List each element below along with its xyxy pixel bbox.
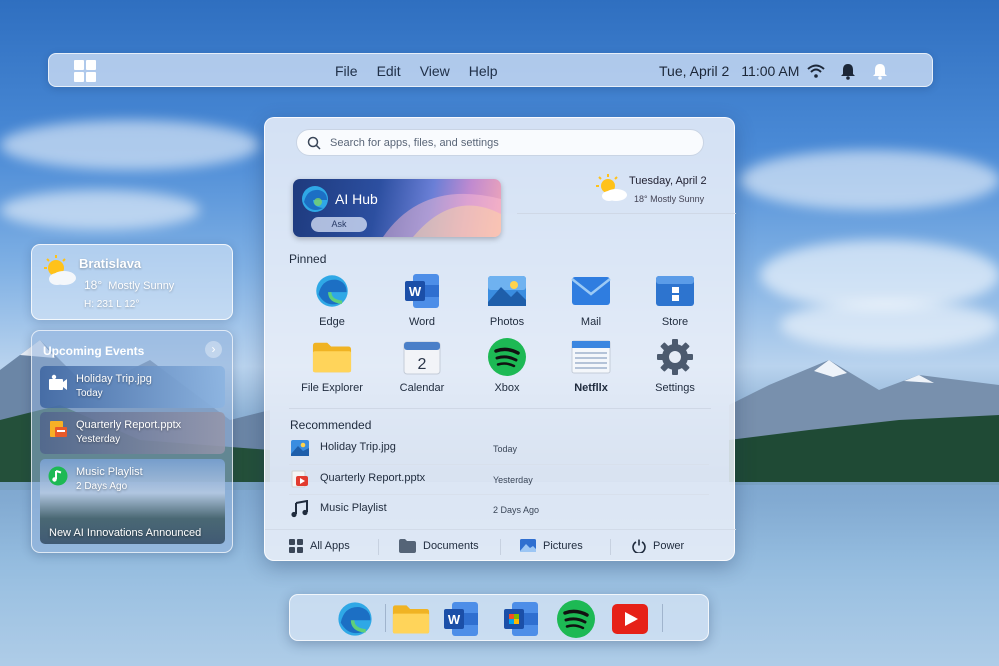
calendar-icon: 2 [402,339,442,375]
taskbar-dock: W [289,594,709,641]
store-icon [655,273,695,309]
pinned-edge[interactable]: Edge [290,273,374,328]
presentation-icon [48,419,68,439]
pinned-mail[interactable]: Mail [549,273,633,328]
start-menu: AI Hub Ask Tuesday, April 2 18° Mostly S… [264,117,736,562]
edge-icon [299,183,331,220]
power-icon [632,539,646,553]
clock-time: 11:00 AM [741,63,800,79]
recommended-item[interactable]: Holiday Trip.jpg Today [289,434,709,464]
upcoming-events-widget: Upcoming Events › Holiday Trip.jpg Today… [31,330,233,553]
wifi-icon[interactable] [806,62,826,80]
weather-hilo: H: 231 L 12° [84,299,140,310]
recommended-item[interactable]: Quarterly Report.pptx Yesterday [289,465,709,495]
photos-icon [487,273,527,309]
event-item-report[interactable]: Quarterly Report.pptx Yesterday [40,412,225,454]
dock-outlook-icon[interactable] [501,600,541,638]
partly-sunny-icon [596,174,627,201]
word-icon: W [402,273,442,309]
bell-outline-icon[interactable] [870,62,890,80]
recommended-item[interactable]: Music Playlist 2 Days Ago [289,495,709,525]
music-icon [290,499,310,518]
divider [662,604,663,632]
event-item-holiday[interactable]: Holiday Trip.jpg Today [40,366,225,408]
picture-icon [520,539,536,552]
news-headline[interactable]: New AI Innovations Announced [49,527,201,539]
weather-temp: 18° Mostly Sunny [84,278,175,292]
event-item-playlist[interactable]: Music Playlist 2 Days Ago New AI Innovat… [40,459,225,544]
weather-city: Bratislava [79,256,142,271]
clock[interactable]: Tue, April 2 11:00 AM [659,63,799,79]
search-box[interactable] [296,129,704,156]
folder-icon [312,339,352,375]
pinned-calendar[interactable]: 2 Calendar [380,339,464,394]
menu-edit[interactable]: Edit [377,63,401,79]
pinned-store[interactable]: Store [633,273,717,328]
gear-icon [655,339,695,375]
search-icon [307,136,321,155]
divider [517,213,736,214]
pinned-file-explorer[interactable]: File Explorer [290,339,374,394]
recommended-title: Recommended [290,418,372,432]
all-apps-button[interactable]: All Apps [289,539,350,553]
notes-icon [571,339,611,375]
divider [385,604,386,632]
dock-folder-icon[interactable] [391,600,431,638]
pinned-photos[interactable]: Photos [465,273,549,328]
menu-items: File Edit View Help [335,63,498,79]
divider [610,539,611,555]
mail-icon [571,273,611,309]
date-text: Tuesday, April 2 [629,175,707,187]
pinned-xbox[interactable]: Xbox [465,338,549,394]
search-input[interactable] [330,134,690,152]
chevron-right-icon[interactable]: › [205,341,222,358]
svg-text:W: W [448,612,461,627]
weather-widget[interactable]: Bratislava 18° Mostly Sunny H: 231 L 12° [31,244,233,320]
windows-logo-icon[interactable] [74,60,96,82]
grid-icon [289,539,303,553]
pinned-word[interactable]: W Word [380,273,464,328]
ai-hub-card[interactable]: AI Hub Ask [293,179,501,237]
svg-text:W: W [409,284,422,299]
dock-word-icon[interactable]: W [441,600,481,638]
svg-text:2: 2 [418,356,427,373]
pinned-settings[interactable]: Settings [633,339,717,394]
system-tray [806,62,890,80]
clock-date: Tue, April 2 [659,63,730,79]
ai-hub-title: AI Hub [335,191,378,207]
pictures-button[interactable]: Pictures [520,539,583,552]
divider [378,539,379,555]
edge-icon [312,273,352,309]
documents-button[interactable]: Documents [399,539,479,553]
pinned-title: Pinned [289,252,327,266]
photo-icon [48,373,68,393]
bell-icon[interactable] [838,62,858,80]
start-footer: All Apps Documents Pictures Power [265,529,736,562]
top-menubar: File Edit View Help Tue, April 2 11:00 A… [48,53,933,87]
music-icon [48,466,68,486]
presentation-icon [290,470,310,488]
dock-youtube-icon[interactable] [610,600,650,638]
spotify-icon [487,338,527,376]
events-title: Upcoming Events [43,344,145,358]
photo-icon [290,439,310,457]
power-button[interactable]: Power [632,539,684,553]
dock-edge-icon[interactable] [335,600,375,638]
pinned-netflix[interactable]: Netfllx [549,339,633,394]
dock-spotify-icon[interactable] [556,600,596,638]
menu-view[interactable]: View [420,63,450,79]
divider [500,539,501,555]
menu-file[interactable]: File [335,63,358,79]
folder-icon [399,539,416,553]
menu-help[interactable]: Help [469,63,498,79]
divider [289,408,711,409]
date-weather-text: 18° Mostly Sunny [634,194,705,204]
partly-sunny-icon [42,255,78,292]
ask-button[interactable]: Ask [311,217,367,232]
